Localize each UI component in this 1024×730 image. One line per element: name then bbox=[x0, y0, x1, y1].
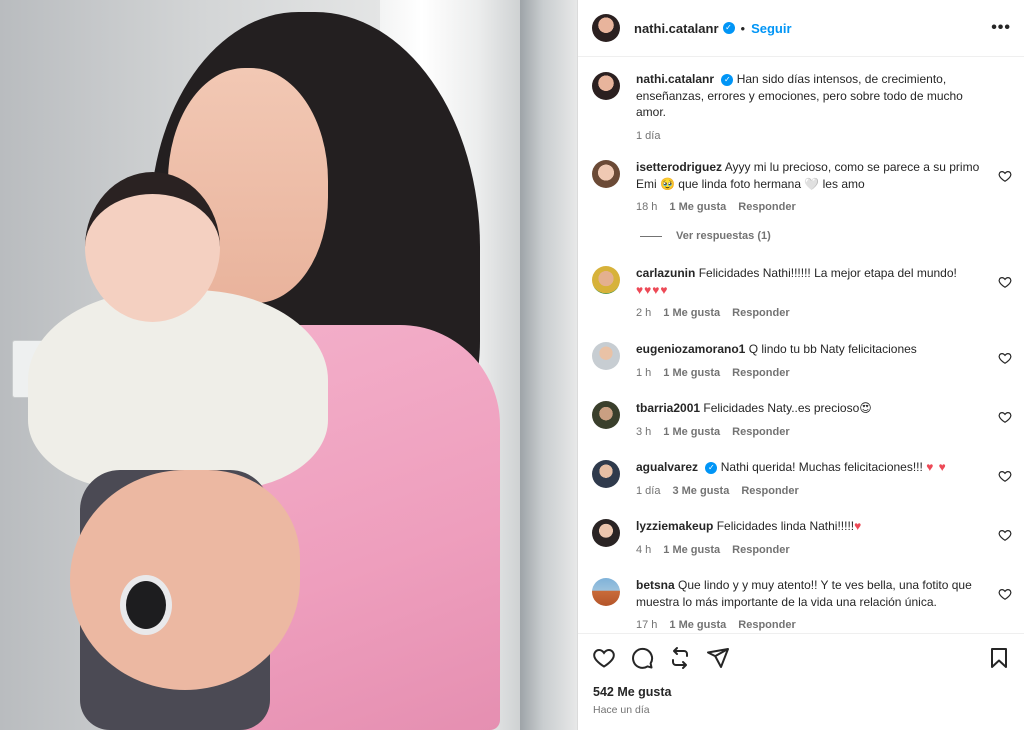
photo-arm bbox=[70, 470, 300, 690]
comment-text: Felicidades linda Nathi!!!!! bbox=[716, 519, 855, 533]
reply-button[interactable]: Responder bbox=[732, 367, 789, 379]
comment-likes[interactable]: 1 Me gusta bbox=[669, 201, 726, 213]
reply-button[interactable]: Responder bbox=[741, 485, 798, 497]
follow-button[interactable]: Seguir bbox=[751, 21, 791, 36]
author-avatar[interactable] bbox=[592, 14, 620, 42]
photo-watch bbox=[120, 575, 172, 635]
reply-button[interactable]: Responder bbox=[738, 201, 795, 213]
comment-text: Que lindo y y muy atento!! Y te ves bell… bbox=[636, 578, 972, 609]
comment-likes[interactable]: 1 Me gusta bbox=[663, 426, 720, 438]
photo-baby-head bbox=[85, 172, 220, 322]
view-replies-button[interactable]: Ver respuestas (1) bbox=[640, 230, 771, 242]
comments-list[interactable]: nathi.catalanr ✓ Han sido días intensos,… bbox=[578, 57, 1024, 633]
commenter-avatar[interactable] bbox=[592, 460, 620, 488]
reply-button[interactable]: Responder bbox=[738, 619, 795, 631]
post-header: nathi.catalanr ✓ • Seguir ••• bbox=[578, 0, 1024, 57]
likes-count[interactable]: 542 Me gusta bbox=[593, 685, 672, 699]
post-time: Hace un día bbox=[593, 704, 650, 716]
heart-icon[interactable] bbox=[998, 275, 1012, 289]
comment-hearts: ♥♥♥♥ bbox=[636, 282, 669, 297]
repost-icon[interactable] bbox=[668, 646, 692, 670]
comment-time: 4 h bbox=[636, 543, 652, 556]
comment-item: carlazunin Felicidades Nathi!!!!!! La me… bbox=[592, 265, 1012, 319]
author-avatar[interactable] bbox=[592, 72, 620, 100]
comment-time: 2 h bbox=[636, 307, 652, 319]
comment-text: Felicidades Nathi!!!!!! La mejor etapa d… bbox=[698, 266, 957, 280]
verified-badge-icon: ✓ bbox=[721, 73, 734, 86]
reply-button[interactable]: Responder bbox=[732, 307, 789, 319]
send-icon[interactable] bbox=[706, 646, 730, 670]
comment-item: eugeniozamorano1 Q lindo tu bb Naty feli… bbox=[592, 341, 1012, 379]
separator-dot: • bbox=[740, 20, 746, 36]
reply-button[interactable]: Responder bbox=[732, 544, 789, 556]
comment-time: 1 h bbox=[636, 366, 652, 379]
action-icons bbox=[592, 646, 730, 670]
comment-username[interactable]: tbarria2001 bbox=[636, 401, 700, 415]
comment-likes[interactable]: 1 Me gusta bbox=[663, 367, 720, 379]
comment-time: 17 h bbox=[636, 619, 658, 631]
verified-badge-icon: ✓ bbox=[705, 461, 718, 474]
comment-text: Q lindo tu bb Naty felicitaciones bbox=[748, 342, 917, 356]
commenter-avatar[interactable] bbox=[592, 519, 620, 547]
post-sidebar: nathi.catalanr ✓ • Seguir ••• nathi.cata… bbox=[577, 0, 1024, 730]
comment-username[interactable]: isetterodriguez bbox=[636, 160, 722, 174]
photo-doorframe bbox=[520, 0, 577, 730]
bookmark-icon[interactable] bbox=[987, 646, 1011, 670]
commenter-avatar[interactable] bbox=[592, 342, 620, 370]
comment-time: 3 h bbox=[636, 425, 652, 438]
comment-username[interactable]: eugeniozamorano1 bbox=[636, 342, 745, 356]
heart-icon[interactable] bbox=[998, 351, 1012, 365]
heart-icon[interactable] bbox=[592, 646, 616, 670]
heart-icon[interactable] bbox=[998, 587, 1012, 601]
comment-time: 1 día bbox=[636, 484, 661, 497]
comment-time: 18 h bbox=[636, 201, 658, 213]
comment-likes[interactable]: 1 Me gusta bbox=[663, 307, 720, 319]
caption-time: 1 día bbox=[636, 129, 661, 142]
caption: nathi.catalanr ✓ Han sido días intensos,… bbox=[592, 71, 1012, 142]
comment-text: Felicidades Naty..es precioso😍 bbox=[703, 401, 872, 415]
heart-icon[interactable] bbox=[998, 169, 1012, 183]
photo-baby-sweater bbox=[28, 290, 328, 490]
more-options-icon[interactable]: ••• bbox=[991, 19, 1011, 37]
heart-icon[interactable] bbox=[998, 528, 1012, 542]
view-replies-label: Ver respuestas (1) bbox=[676, 230, 771, 242]
commenter-avatar[interactable] bbox=[592, 401, 620, 429]
post-photo[interactable] bbox=[0, 0, 577, 730]
verified-badge-icon: ✓ bbox=[722, 22, 735, 34]
caption-username[interactable]: nathi.catalanr bbox=[636, 72, 714, 86]
comment-text: Nathi querida! Muchas felicitaciones!!! bbox=[720, 460, 923, 474]
comment-likes[interactable]: 1 Me gusta bbox=[669, 619, 726, 631]
comment-item: lyzziemakeup Felicidades linda Nathi!!!!… bbox=[592, 518, 1012, 556]
comment-username[interactable]: agualvarez bbox=[636, 460, 698, 474]
comment-hearts: ♥ bbox=[854, 519, 863, 533]
comment-item: tbarria2001 Felicidades Naty..es precios… bbox=[592, 400, 1012, 438]
author-username[interactable]: nathi.catalanr bbox=[634, 21, 719, 36]
comment-icon[interactable] bbox=[630, 646, 654, 670]
comment-username[interactable]: carlazunin bbox=[636, 266, 695, 280]
comment-item: betsna Que lindo y y muy atento!! Y te v… bbox=[592, 577, 1012, 631]
comment-likes[interactable]: 3 Me gusta bbox=[672, 485, 729, 497]
reply-button[interactable]: Responder bbox=[732, 426, 789, 438]
commenter-avatar[interactable] bbox=[592, 266, 620, 294]
commenter-avatar[interactable] bbox=[592, 578, 620, 606]
comment-likes[interactable]: 1 Me gusta bbox=[663, 544, 720, 556]
commenter-avatar[interactable] bbox=[592, 160, 620, 188]
post-actions: 542 Me gusta Hace un día bbox=[578, 633, 1024, 730]
replies-divider bbox=[640, 235, 662, 237]
comment-hearts: ♥ ♥ bbox=[926, 460, 947, 474]
comment-item: agualvarez ✓ Nathi querida! Muchas felic… bbox=[592, 459, 1012, 497]
comment-item: isetterodriguez Ayyy mi lu precioso, com… bbox=[592, 159, 1012, 213]
heart-icon[interactable] bbox=[998, 410, 1012, 424]
comment-username[interactable]: betsna bbox=[636, 578, 675, 592]
comment-username[interactable]: lyzziemakeup bbox=[636, 519, 713, 533]
heart-icon[interactable] bbox=[998, 469, 1012, 483]
